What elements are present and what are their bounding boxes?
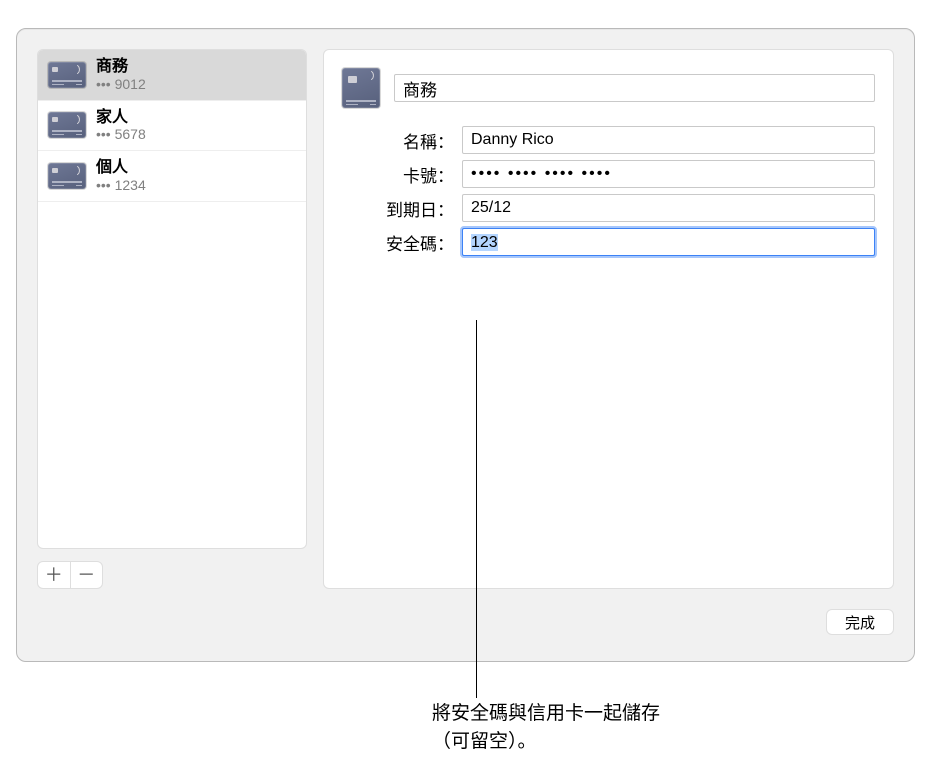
cardholder-name-field[interactable] — [462, 126, 875, 154]
cvv-value: 123 — [471, 234, 498, 251]
callout-text: 將安全碼與信用卡一起儲存 （可留空）。 — [432, 700, 732, 755]
form-row-expiry: 到期日： — [342, 194, 875, 222]
form-row-number: 卡號： — [342, 160, 875, 188]
credit-card-icon — [48, 112, 86, 138]
number-label: 卡號： — [342, 162, 458, 187]
expiry-label: 到期日： — [342, 196, 458, 221]
card-title: 商務 — [96, 58, 146, 76]
card-description-field[interactable] — [394, 74, 875, 102]
card-title: 家人 — [96, 109, 146, 127]
add-remove-control: ＋ － — [37, 561, 103, 589]
autofill-cards-window: 商務 ••• 9012 家人 ••• 5678 — [16, 28, 915, 662]
cvv-label: 安全碼： — [342, 230, 458, 255]
callout-line2: （可留空）。 — [432, 731, 537, 752]
remove-card-button[interactable]: － — [71, 562, 103, 588]
credit-card-icon — [48, 62, 86, 88]
form-row-cvv: 安全碼： 123 — [342, 228, 875, 256]
card-last4: ••• 5678 — [96, 126, 146, 142]
card-detail-panel: 名稱： 卡號： 到期日： 安全碼： 123 — [323, 49, 894, 589]
card-list-item-text: 商務 ••• 9012 — [96, 58, 146, 92]
done-button[interactable]: 完成 — [826, 609, 894, 635]
card-last4: ••• 1234 — [96, 177, 146, 193]
card-list-item[interactable]: 家人 ••• 5678 — [38, 101, 306, 152]
credit-card-icon — [48, 163, 86, 189]
card-list: 商務 ••• 9012 家人 ••• 5678 — [37, 49, 307, 549]
add-card-button[interactable]: ＋ — [38, 562, 70, 588]
expiry-field[interactable] — [462, 194, 875, 222]
sidebar-container: 商務 ••• 9012 家人 ••• 5678 — [37, 49, 307, 589]
card-list-item[interactable]: 商務 ••• 9012 — [38, 50, 306, 101]
callout-line1: 將安全碼與信用卡一起儲存 — [432, 703, 660, 724]
card-number-field[interactable] — [462, 160, 875, 188]
card-title: 個人 — [96, 159, 146, 177]
credit-card-icon — [342, 68, 380, 108]
card-list-item-text: 家人 ••• 5678 — [96, 109, 146, 143]
card-header — [342, 68, 875, 108]
name-label: 名稱： — [342, 128, 458, 153]
card-list-item-text: 個人 ••• 1234 — [96, 159, 146, 193]
security-code-field[interactable]: 123 — [462, 228, 875, 256]
card-list-item[interactable]: 個人 ••• 1234 — [38, 151, 306, 202]
footer: 完成 — [37, 609, 894, 635]
card-last4: ••• 9012 — [96, 76, 146, 92]
form-row-name: 名稱： — [342, 126, 875, 154]
callout-leader-line — [476, 320, 477, 698]
content: 商務 ••• 9012 家人 ••• 5678 — [37, 49, 894, 589]
